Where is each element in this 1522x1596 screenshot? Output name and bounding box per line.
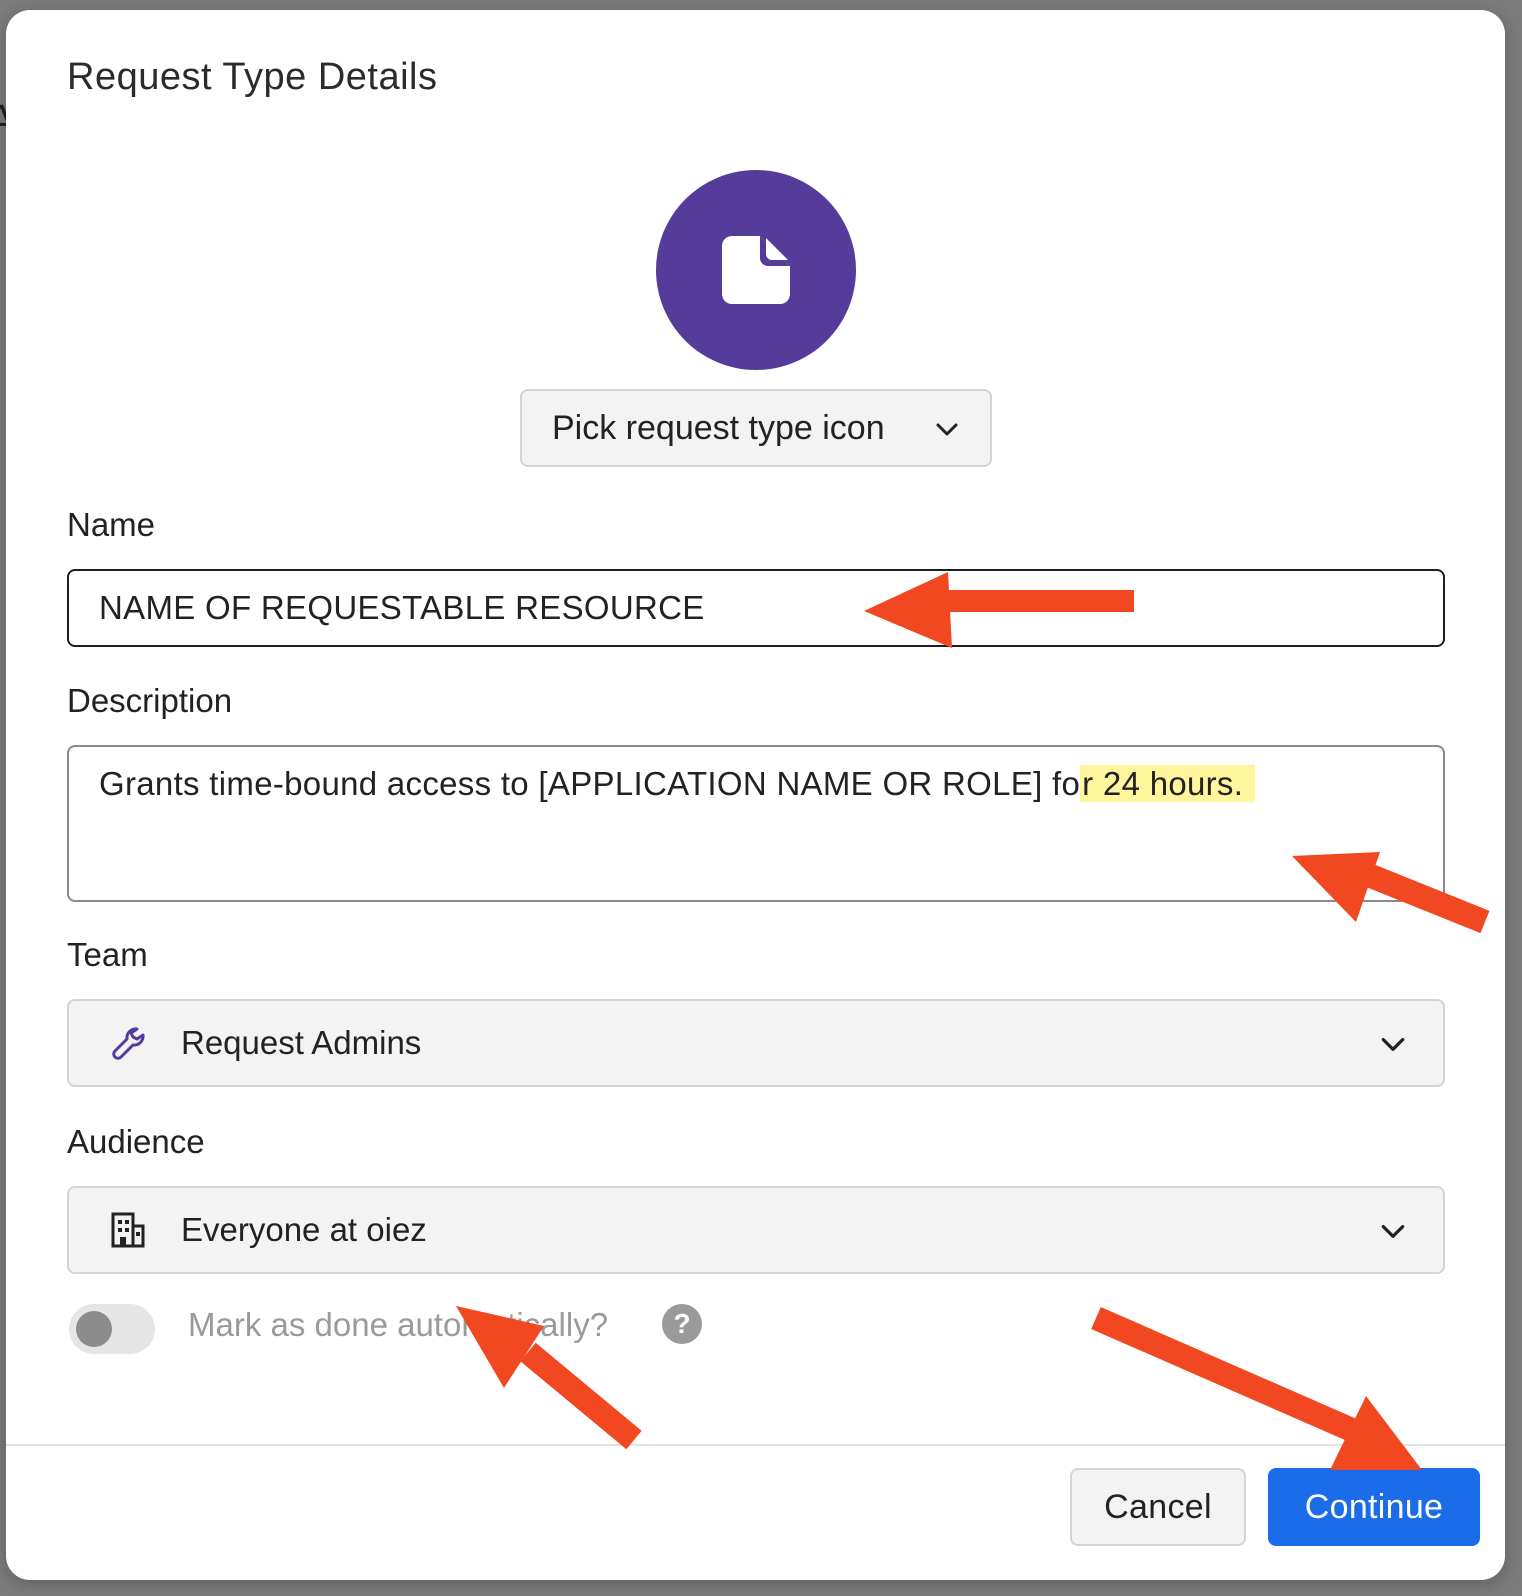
pick-request-type-icon-button[interactable]: Pick request type icon	[520, 389, 992, 467]
name-input[interactable]: NAME OF REQUESTABLE RESOURCE	[67, 569, 1445, 647]
toggle-knob	[76, 1311, 112, 1347]
description-textarea[interactable]: Grants time-bound access to [APPLICATION…	[67, 745, 1445, 902]
request-type-details-modal: Request Type Details Pick request type i…	[6, 10, 1505, 1580]
audience-value: Everyone at oiez	[181, 1211, 427, 1248]
name-value: NAME OF REQUESTABLE RESOURCE	[99, 589, 705, 626]
description-label: Description	[67, 682, 233, 719]
document-icon	[722, 236, 790, 304]
backdrop-text-fragment: s	[0, 170, 1, 204]
building-icon	[111, 1212, 145, 1248]
mark-done-automatically-label: Mark as done automatically?	[188, 1306, 609, 1343]
continue-button[interactable]: Continue	[1268, 1468, 1480, 1546]
description-value: Grants time-bound access to [APPLICATION…	[99, 765, 1081, 802]
audience-label: Audience	[67, 1123, 205, 1160]
description-highlighted-text: r 24 hours.	[1080, 765, 1256, 802]
pick-icon-label: Pick request type icon	[552, 408, 885, 447]
modal-title: Request Type Details	[67, 56, 438, 98]
audience-select[interactable]: Everyone at oiez	[67, 1186, 1445, 1274]
name-label: Name	[67, 506, 156, 543]
wrench-icon	[112, 1027, 145, 1060]
team-select[interactable]: Request Admins	[67, 999, 1445, 1087]
team-value: Request Admins	[181, 1024, 422, 1061]
footer-divider	[6, 1444, 1505, 1446]
chevron-down-icon	[1381, 1038, 1405, 1051]
cancel-button[interactable]: Cancel	[1070, 1468, 1246, 1546]
request-type-icon-preview	[656, 170, 856, 370]
help-icon[interactable]: ?	[662, 1304, 702, 1344]
chevron-down-icon	[936, 423, 958, 436]
chevron-down-icon	[1381, 1225, 1405, 1238]
team-label: Team	[67, 936, 148, 973]
mark-done-automatically-toggle[interactable]	[69, 1304, 155, 1354]
